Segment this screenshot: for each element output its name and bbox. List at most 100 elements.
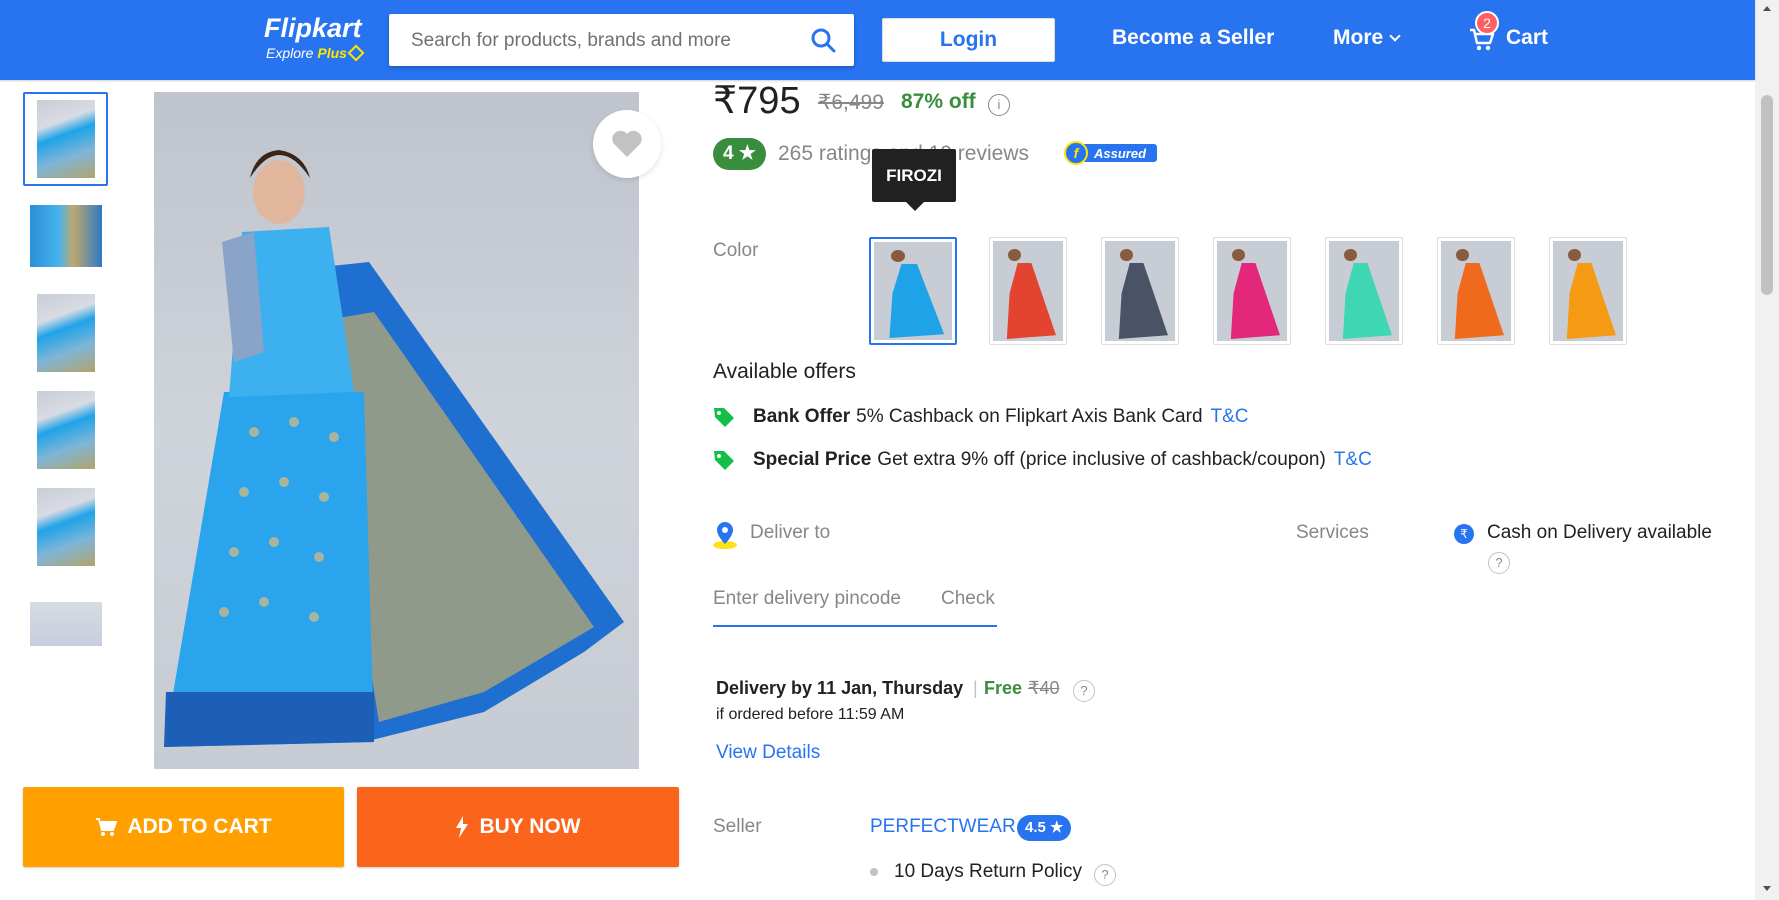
thumbnail-item[interactable] <box>23 286 108 380</box>
saree-model-illustration <box>164 150 624 747</box>
more-label: More <box>1333 26 1384 49</box>
free-delivery-label: Free <box>984 678 1023 698</box>
add-to-cart-label: ADD TO CART <box>127 815 272 838</box>
buy-now-label: BUY NOW <box>479 815 581 838</box>
offer-type: Special Price <box>753 449 872 470</box>
add-to-cart-button[interactable]: ADD TO CART <box>23 787 344 867</box>
plus-icon <box>347 44 365 62</box>
color-label: Color <box>713 240 759 261</box>
swatch-image <box>1329 241 1399 341</box>
rating-score: 4 <box>723 143 734 164</box>
thumbnail-item[interactable] <box>23 383 108 477</box>
location-pin-icon <box>713 522 737 549</box>
swatch-image <box>1105 241 1175 341</box>
delivery-charge-strike: ₹40 <box>1028 678 1060 698</box>
pincode-underline <box>713 625 997 627</box>
thumbnail-item[interactable] <box>23 189 108 283</box>
buy-now-button[interactable]: BUY NOW <box>357 787 679 867</box>
view-details-link[interactable]: View Details <box>716 742 820 764</box>
help-icon[interactable]: ? <box>1073 680 1095 702</box>
color-swatch[interactable] <box>1213 237 1291 345</box>
become-seller-link[interactable]: Become a Seller <box>1112 26 1274 50</box>
cod-service-text: Cash on Delivery available <box>1487 522 1712 543</box>
offer-tag-icon <box>714 451 734 470</box>
lightning-icon <box>456 816 469 838</box>
deliver-to-label: Deliver to <box>750 522 831 543</box>
color-swatch[interactable] <box>1549 237 1627 345</box>
flipkart-assured-badge: f Assured <box>1064 141 1157 165</box>
explore-plus-logo[interactable]: Explore Plus <box>266 44 365 62</box>
available-offers-title: Available offers <box>713 360 856 383</box>
product-main-image[interactable] <box>154 92 639 769</box>
seller-name-link[interactable]: PERFECTWEAR <box>870 816 1016 838</box>
top-header: Flipkart Explore Plus Search for product… <box>0 0 1755 80</box>
search-input[interactable]: Search for products, brands and more <box>389 14 854 66</box>
selling-price: ₹795 <box>713 80 801 122</box>
separator: | <box>973 678 978 698</box>
offer-text: 5% Cashback on Flipkart Axis Bank Card <box>856 406 1203 427</box>
offer-tag-icon <box>714 408 734 427</box>
offer-item: Bank Offer 5% Cashback on Flipkart Axis … <box>713 406 1249 428</box>
cart-count-badge: 2 <box>1475 11 1499 35</box>
color-swatch[interactable] <box>1325 237 1403 345</box>
logo-plus-text: Plus <box>317 45 347 61</box>
order-cutoff-text: if ordered before 11:59 AM <box>716 706 905 723</box>
swatch-image <box>1441 241 1511 341</box>
search-placeholder: Search for products, brands and more <box>411 30 732 51</box>
rating-badge[interactable]: 4 ★ <box>713 138 766 170</box>
seller-label: Seller <box>713 816 762 837</box>
more-menu[interactable]: More <box>1333 26 1401 50</box>
scrollbar-thumb[interactable] <box>1761 95 1773 295</box>
info-icon[interactable]: i <box>988 94 1010 116</box>
offer-tc-link[interactable]: T&C <box>1211 406 1249 428</box>
scroll-down-arrow[interactable] <box>1763 886 1771 891</box>
check-pincode-button[interactable]: Check <box>941 588 995 610</box>
bullet-dot <box>870 868 878 876</box>
offer-tc-link[interactable]: T&C <box>1334 449 1372 471</box>
seller-rating-badge: 4.5 ★ <box>1017 815 1072 841</box>
help-icon[interactable]: ? <box>1094 864 1116 886</box>
thumbnail-item[interactable] <box>23 480 108 574</box>
heart-icon <box>612 130 642 157</box>
cart-icon <box>96 818 118 836</box>
color-swatch[interactable] <box>869 237 957 345</box>
swatch-image <box>1553 241 1623 341</box>
discount-percent: 87% off <box>901 90 976 113</box>
wishlist-button[interactable] <box>593 110 661 178</box>
swatch-image <box>874 242 952 340</box>
color-swatch[interactable] <box>1101 237 1179 345</box>
saree-thumbnail-image <box>29 205 102 267</box>
logo-explore-text: Explore <box>266 45 314 61</box>
saree-thumbnail-image <box>36 294 95 372</box>
login-button[interactable]: Login <box>882 18 1055 62</box>
saree-thumbnail-image <box>36 391 95 469</box>
help-icon[interactable]: ? <box>1488 552 1510 574</box>
thumbnail-item[interactable] <box>23 577 108 671</box>
delivery-date: Delivery by 11 Jan, Thursday <box>716 678 964 698</box>
chevron-down-icon <box>1389 30 1401 42</box>
offer-item: Special Price Get extra 9% off (price in… <box>713 449 1372 471</box>
assured-text: Assured <box>1093 146 1147 161</box>
return-policy-text: 10 Days Return Policy <box>894 861 1082 882</box>
color-tooltip: FIROZI <box>872 149 956 211</box>
swatch-image <box>993 241 1063 341</box>
offer-text: Get extra 9% off (price inclusive of cas… <box>877 449 1326 470</box>
thumbnail-item[interactable] <box>23 92 108 186</box>
saree-thumbnail-image <box>36 100 95 178</box>
color-swatch[interactable] <box>1437 237 1515 345</box>
saree-thumbnail-image <box>36 488 95 566</box>
original-price: ₹6,499 <box>818 91 884 114</box>
blouse-thumbnail-image <box>29 602 102 646</box>
search-icon[interactable] <box>810 27 836 53</box>
page-scrollbar[interactable] <box>1755 0 1779 900</box>
scroll-up-arrow[interactable] <box>1763 6 1771 11</box>
offer-type: Bank Offer <box>753 406 851 427</box>
rupee-icon: ₹ <box>1454 524 1474 544</box>
star-icon: ★ <box>738 143 756 164</box>
cart-link[interactable]: Cart <box>1506 26 1548 50</box>
color-swatch[interactable] <box>989 237 1067 345</box>
swatch-image <box>1217 241 1287 341</box>
services-label: Services <box>1296 522 1369 543</box>
pincode-input[interactable]: Enter delivery pincode <box>713 588 901 610</box>
flipkart-logo[interactable]: Flipkart <box>264 14 362 42</box>
